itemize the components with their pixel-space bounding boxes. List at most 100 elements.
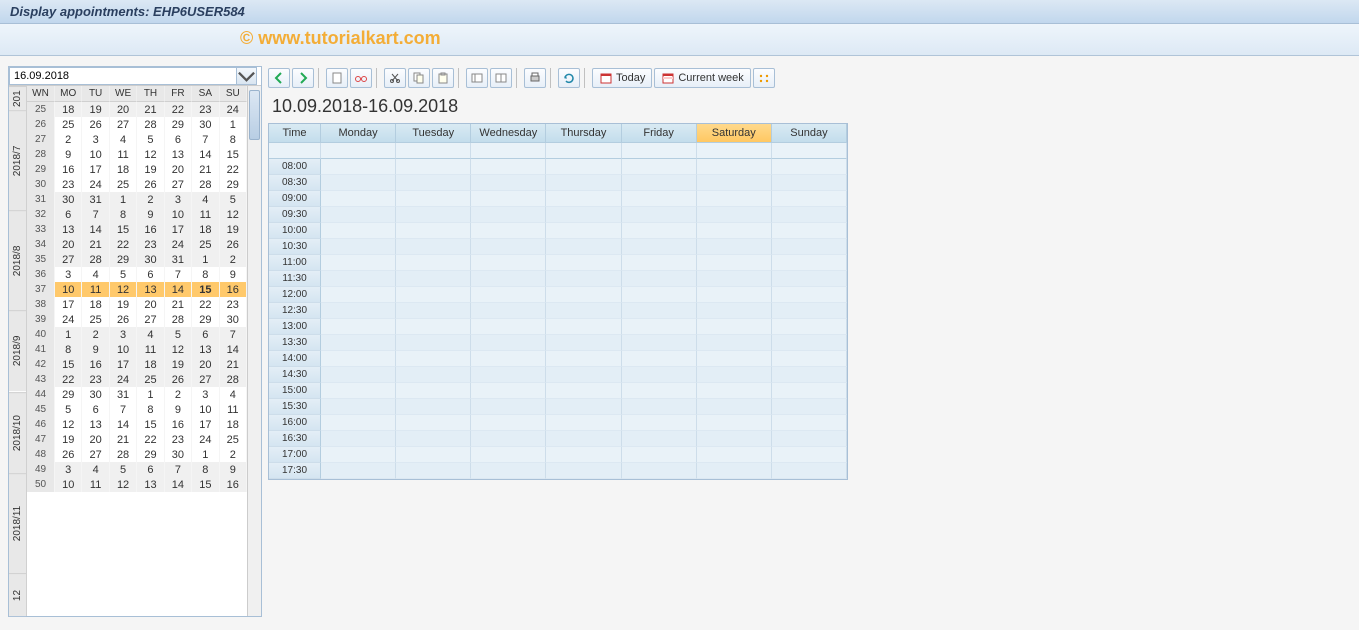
calendar-day-cell[interactable]: 28 — [137, 117, 164, 132]
calendar-day-cell[interactable]: 18 — [110, 162, 137, 177]
calendar-day-cell[interactable]: 27 — [55, 252, 82, 267]
week-number-cell[interactable]: 37 — [27, 282, 55, 297]
schedule-slot[interactable] — [321, 207, 396, 223]
allday-slot[interactable] — [772, 143, 847, 159]
calendar-day-cell[interactable]: 6 — [192, 327, 219, 342]
schedule-slot[interactable] — [772, 287, 847, 303]
schedule-slot[interactable] — [471, 287, 546, 303]
calendar-day-cell[interactable]: 13 — [55, 222, 82, 237]
calendar-day-cell[interactable]: 31 — [110, 387, 137, 402]
allday-slot[interactable] — [697, 143, 772, 159]
calendar-day-cell[interactable]: 27 — [165, 177, 192, 192]
schedule-slot[interactable] — [772, 351, 847, 367]
schedule-slot[interactable] — [622, 399, 697, 415]
copy-button[interactable] — [408, 68, 430, 88]
calendar-day-cell[interactable]: 22 — [192, 297, 219, 312]
schedule-slot[interactable] — [772, 399, 847, 415]
schedule-slot[interactable] — [546, 463, 621, 479]
allday-slot[interactable] — [622, 143, 697, 159]
schedule-slot[interactable] — [546, 207, 621, 223]
schedule-slot[interactable] — [471, 191, 546, 207]
calendar-day-cell[interactable]: 19 — [220, 222, 247, 237]
display-button[interactable] — [350, 68, 372, 88]
today-button[interactable]: Today — [592, 68, 652, 88]
month-label[interactable]: 2018/10 — [9, 392, 26, 473]
schedule-slot[interactable] — [697, 431, 772, 447]
calendar-day-cell[interactable]: 22 — [220, 162, 247, 177]
calendar-day-cell[interactable]: 4 — [192, 192, 219, 207]
calendar-day-cell[interactable]: 15 — [55, 357, 82, 372]
calendar-day-cell[interactable]: 19 — [110, 297, 137, 312]
schedule-slot[interactable] — [772, 223, 847, 239]
schedule-slot[interactable] — [697, 415, 772, 431]
calendar-day-cell[interactable]: 26 — [165, 372, 192, 387]
week-number-cell[interactable]: 26 — [27, 117, 55, 132]
schedule-slot[interactable] — [396, 271, 471, 287]
calendar-day-cell[interactable]: 28 — [220, 372, 247, 387]
schedule-slot[interactable] — [471, 271, 546, 287]
calendar-day-cell[interactable]: 18 — [55, 102, 82, 117]
schedule-slot[interactable] — [697, 159, 772, 175]
calendar-day-cell[interactable]: 5 — [165, 327, 192, 342]
calendar-day-cell[interactable]: 1 — [110, 192, 137, 207]
calendar-day-cell[interactable]: 7 — [220, 327, 247, 342]
calendar-day-cell[interactable]: 6 — [55, 207, 82, 222]
calendar-day-cell[interactable]: 11 — [82, 282, 109, 297]
calendar-day-cell[interactable]: 13 — [165, 147, 192, 162]
calendar-day-cell[interactable]: 2 — [220, 252, 247, 267]
calendar-day-cell[interactable]: 25 — [137, 372, 164, 387]
calendar-day-cell[interactable]: 14 — [220, 342, 247, 357]
schedule-slot[interactable] — [622, 319, 697, 335]
schedule-slot[interactable] — [772, 383, 847, 399]
calendar-day-cell[interactable]: 5 — [137, 132, 164, 147]
calendar-day-cell[interactable]: 6 — [82, 402, 109, 417]
schedule-slot[interactable] — [546, 335, 621, 351]
new-button[interactable] — [326, 68, 348, 88]
calendar-day-cell[interactable]: 9 — [137, 207, 164, 222]
schedule-slot[interactable] — [321, 351, 396, 367]
schedule-slot[interactable] — [622, 159, 697, 175]
schedule-slot[interactable] — [321, 159, 396, 175]
schedule-slot[interactable] — [622, 431, 697, 447]
schedule-slot[interactable] — [622, 223, 697, 239]
calendar-day-cell[interactable]: 17 — [110, 357, 137, 372]
schedule-slot[interactable] — [321, 287, 396, 303]
schedule-slot[interactable] — [697, 463, 772, 479]
calendar-day-cell[interactable]: 29 — [165, 117, 192, 132]
calendar-day-cell[interactable]: 30 — [137, 252, 164, 267]
calendar-day-cell[interactable]: 5 — [220, 192, 247, 207]
schedule-slot[interactable] — [471, 223, 546, 239]
schedule-slot[interactable] — [546, 255, 621, 271]
calendar-day-cell[interactable]: 6 — [165, 132, 192, 147]
calendar-day-cell[interactable]: 29 — [110, 252, 137, 267]
day-column-header[interactable]: Thursday — [546, 124, 621, 143]
schedule-slot[interactable] — [697, 175, 772, 191]
schedule-slot[interactable] — [697, 303, 772, 319]
calendar-day-cell[interactable]: 15 — [110, 222, 137, 237]
layout-day-button[interactable] — [466, 68, 488, 88]
week-number-cell[interactable]: 35 — [27, 252, 55, 267]
schedule-slot[interactable] — [471, 239, 546, 255]
print-button[interactable] — [524, 68, 546, 88]
calendar-day-cell[interactable]: 10 — [55, 282, 82, 297]
calendar-day-cell[interactable]: 12 — [165, 342, 192, 357]
schedule-slot[interactable] — [622, 447, 697, 463]
calendar-day-cell[interactable]: 21 — [220, 357, 247, 372]
schedule-slot[interactable] — [772, 271, 847, 287]
week-number-cell[interactable]: 42 — [27, 357, 55, 372]
month-label[interactable]: 2018/7 — [9, 110, 26, 210]
calendar-day-cell[interactable]: 28 — [82, 252, 109, 267]
week-number-cell[interactable]: 34 — [27, 237, 55, 252]
calendar-day-cell[interactable]: 12 — [137, 147, 164, 162]
calendar-day-cell[interactable]: 6 — [137, 267, 164, 282]
calendar-day-cell[interactable]: 2 — [82, 327, 109, 342]
schedule-slot[interactable] — [471, 255, 546, 271]
week-number-cell[interactable]: 44 — [27, 387, 55, 402]
schedule-slot[interactable] — [396, 191, 471, 207]
schedule-slot[interactable] — [772, 255, 847, 271]
week-number-cell[interactable]: 45 — [27, 402, 55, 417]
week-number-cell[interactable]: 40 — [27, 327, 55, 342]
schedule-slot[interactable] — [396, 335, 471, 351]
calendar-day-cell[interactable]: 9 — [220, 267, 247, 282]
calendar-day-cell[interactable]: 30 — [165, 447, 192, 462]
